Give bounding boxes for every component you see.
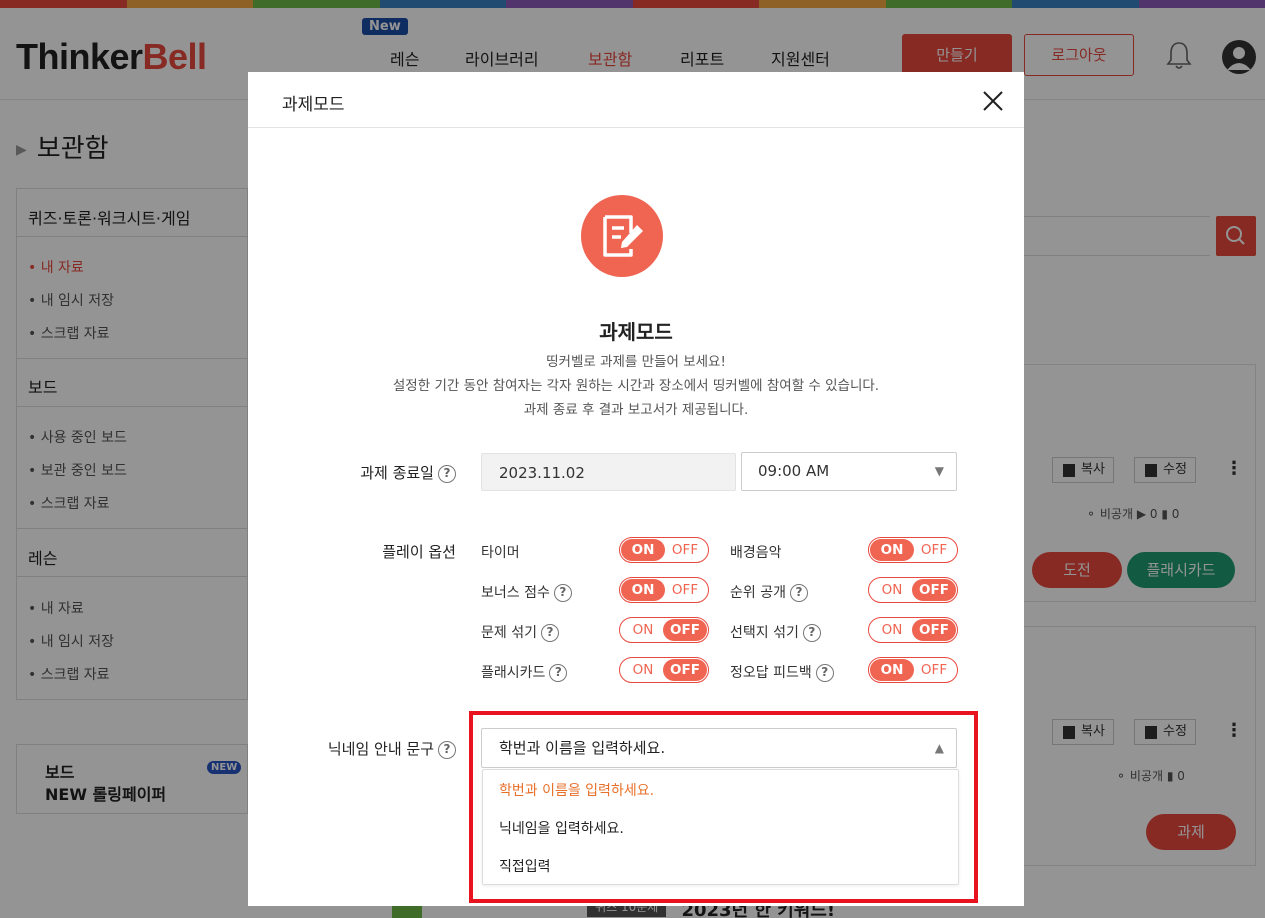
nickname-dropdown-list: 학번과 이름을 입력하세요. 닉네임을 입력하세요. 직접입력 bbox=[482, 769, 959, 885]
assignment-mode-modal: 과제모드 과제모드 띵커벨로 과제를 만들어 보세요! 설정한 기간 동안 참여… bbox=[248, 72, 1024, 906]
question-circle-icon[interactable]: ? bbox=[438, 464, 456, 483]
play-option-label: 플래시카드? bbox=[481, 662, 568, 682]
nickname-label: 닉네임 안내 문구? bbox=[288, 738, 456, 759]
question-circle-icon[interactable]: ? bbox=[789, 584, 808, 602]
play-option-label: 타이머 bbox=[481, 545, 520, 561]
toggle-off[interactable]: OFF bbox=[912, 659, 956, 681]
play-option-toggle[interactable]: ON OFF bbox=[619, 657, 709, 683]
modal-header: 과제모드 bbox=[248, 72, 1024, 128]
play-option-label: 문제 섞기? bbox=[481, 622, 559, 642]
toggle-off[interactable]: OFF bbox=[912, 619, 956, 641]
nickname-select[interactable]: 학번과 이름을 입력하세요. ▲ bbox=[481, 728, 957, 768]
end-time-select[interactable]: 09:00 AM ▼ bbox=[741, 452, 957, 491]
modal-description-3: 과제 종료 후 결과 보고서가 제공됩니다. bbox=[523, 402, 749, 418]
end-time-value: 09:00 AM bbox=[758, 462, 830, 480]
play-option-label: 정오답 피드백? bbox=[730, 662, 834, 682]
nickname-option[interactable]: 닉네임을 입력하세요. bbox=[499, 818, 624, 838]
toggle-off[interactable]: OFF bbox=[663, 619, 707, 641]
play-option-toggle[interactable]: ON OFF bbox=[868, 617, 958, 643]
toggle-on[interactable]: ON bbox=[621, 619, 665, 641]
question-circle-icon[interactable]: ? bbox=[438, 740, 456, 759]
document-edit-icon bbox=[581, 195, 663, 277]
question-circle-icon[interactable]: ? bbox=[815, 664, 834, 682]
play-option-label: 보너스 점수? bbox=[481, 582, 572, 602]
toggle-off[interactable]: OFF bbox=[663, 659, 707, 681]
play-option-toggle[interactable]: ON OFF bbox=[619, 617, 709, 643]
toggle-on[interactable]: ON bbox=[870, 659, 914, 681]
play-option-label: 배경음악 bbox=[730, 545, 782, 561]
toggle-on[interactable]: ON bbox=[870, 579, 914, 601]
toggle-on[interactable]: ON bbox=[621, 579, 665, 601]
modal-description-1: 띵커벨로 과제를 만들어 보세요! bbox=[546, 354, 726, 370]
nickname-option[interactable]: 학번과 이름을 입력하세요. bbox=[499, 780, 654, 800]
question-circle-icon[interactable]: ? bbox=[802, 624, 821, 642]
chevron-up-icon: ▲ bbox=[934, 741, 944, 755]
close-icon[interactable] bbox=[980, 88, 1006, 114]
toggle-on[interactable]: ON bbox=[621, 659, 665, 681]
toggle-off[interactable]: OFF bbox=[663, 579, 707, 601]
end-date-label: 과제 종료일? bbox=[298, 462, 456, 483]
nickname-selected-value: 학번과 이름을 입력하세요. bbox=[499, 739, 666, 757]
toggle-off[interactable]: OFF bbox=[912, 579, 956, 601]
toggle-on[interactable]: ON bbox=[870, 539, 914, 561]
question-circle-icon[interactable]: ? bbox=[540, 624, 559, 642]
play-option-toggle[interactable]: ON OFF bbox=[868, 577, 958, 603]
play-option-label: 순위 공개? bbox=[730, 582, 808, 602]
modal-header-title: 과제모드 bbox=[282, 95, 345, 115]
play-option-toggle[interactable]: ON OFF bbox=[868, 537, 958, 563]
toggle-on[interactable]: ON bbox=[621, 539, 665, 561]
play-option-toggle[interactable]: ON OFF bbox=[868, 657, 958, 683]
toggle-on[interactable]: ON bbox=[870, 619, 914, 641]
modal-title: 과제모드 bbox=[599, 320, 673, 344]
toggle-off[interactable]: OFF bbox=[663, 539, 707, 561]
question-circle-icon[interactable]: ? bbox=[553, 584, 572, 602]
play-option-label: 선택지 섞기? bbox=[730, 622, 821, 642]
modal-description-2: 설정한 기간 동안 참여자는 각자 원하는 시간과 장소에서 띵커벨에 참여할 … bbox=[392, 378, 880, 394]
toggle-off[interactable]: OFF bbox=[912, 539, 956, 561]
end-date-field[interactable]: 2023.11.02 bbox=[481, 453, 736, 491]
chevron-down-icon: ▼ bbox=[934, 464, 944, 478]
play-options-label: 플레이 옵션 bbox=[382, 543, 456, 561]
play-option-toggle[interactable]: ON OFF bbox=[619, 577, 709, 603]
question-circle-icon[interactable]: ? bbox=[549, 664, 568, 682]
play-option-toggle[interactable]: ON OFF bbox=[619, 537, 709, 563]
nickname-option[interactable]: 직접입력 bbox=[499, 856, 551, 876]
